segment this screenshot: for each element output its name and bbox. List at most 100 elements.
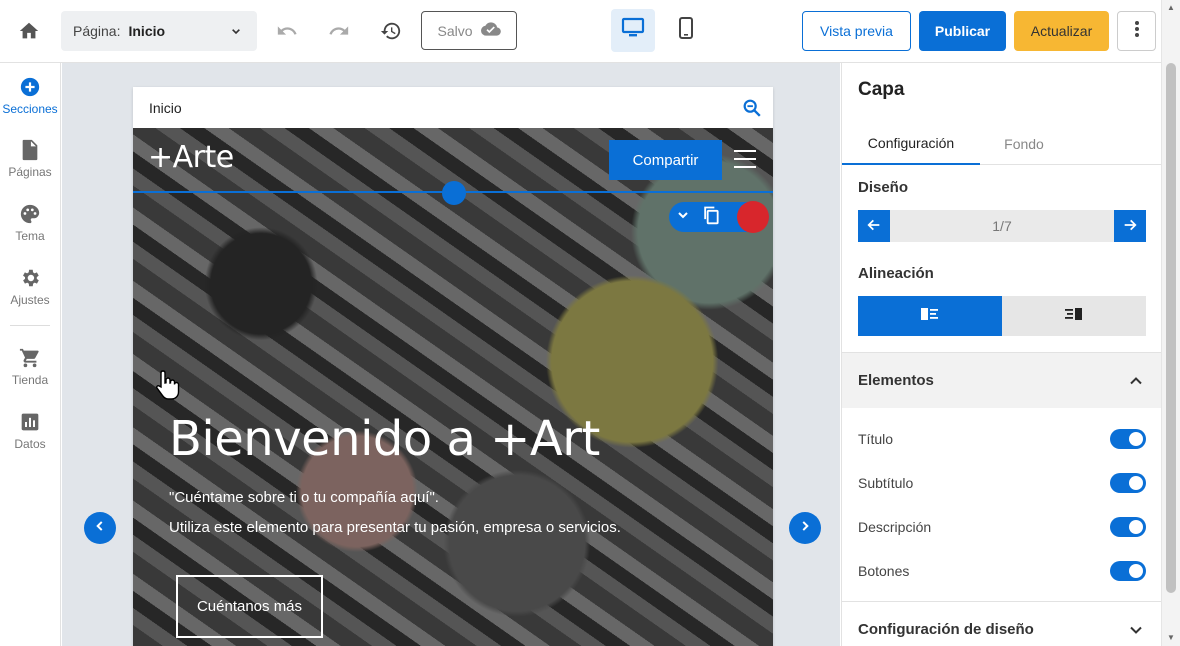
hero-description[interactable]: Utiliza este elemento para presentar tu …: [169, 519, 621, 536]
layout-settings-label: Configuración de diseño: [858, 621, 1034, 638]
chevron-down-icon: [227, 22, 245, 40]
toggle-label: Descripción: [858, 519, 932, 535]
gear-icon: [18, 266, 42, 290]
panel-tabs: Configuración Fondo: [842, 123, 1161, 165]
hero-title[interactable]: Bienvenido a +Art: [169, 411, 600, 467]
buttons-toggle[interactable]: [1110, 561, 1146, 581]
properties-panel: Capa Configuración Fondo Diseño 1/7 Alin…: [841, 63, 1161, 646]
design-previous-button[interactable]: [858, 210, 890, 242]
design-pager-count: 1/7: [992, 218, 1012, 234]
sidebar-item-label: Tienda: [11, 373, 49, 387]
redo-icon[interactable]: [322, 14, 356, 48]
scrollbar-thumb[interactable]: [1166, 63, 1176, 593]
design-pager: 1/7: [858, 210, 1146, 242]
hero-section[interactable]: +Arte Compartir Bienvenido a +Art "Cuént…: [133, 128, 773, 646]
sidebar-item-theme[interactable]: Tema: [0, 202, 60, 260]
sidebar-item-label: Páginas: [8, 165, 52, 179]
toggle-row-description: Descripción: [858, 515, 1146, 539]
palette-icon: [18, 202, 42, 226]
tab-background[interactable]: Fondo: [980, 123, 1068, 165]
design-next-button[interactable]: [1114, 210, 1146, 242]
align-right-button[interactable]: [1002, 296, 1146, 336]
chevron-up-icon: [1126, 371, 1146, 391]
delete-section-button[interactable]: [737, 201, 769, 233]
scroll-down-arrow-icon[interactable]: ▼: [1166, 633, 1176, 643]
chevron-down-icon: [1126, 620, 1146, 640]
toggle-label: Subtítulo: [858, 475, 914, 491]
cloud-check-icon: [480, 21, 501, 40]
scroll-up-arrow-icon[interactable]: ▲: [1166, 3, 1176, 13]
zoom-icon[interactable]: [741, 97, 763, 119]
more-options-button[interactable]: [1117, 11, 1156, 51]
share-button[interactable]: Compartir: [609, 140, 722, 180]
sidebar-item-settings[interactable]: Ajustes: [0, 266, 60, 324]
kebab-menu-icon: [1134, 20, 1140, 43]
saved-label: Salvo: [437, 22, 473, 39]
hero-cta-button[interactable]: Cuéntanos más: [176, 575, 323, 638]
section-toolbar: [669, 201, 769, 233]
top-toolbar: Página: Inicio Salvo Vista previa Public…: [0, 0, 1180, 63]
page-selector[interactable]: Página: Inicio: [61, 11, 257, 51]
page-icon: [18, 138, 42, 162]
sidebar-item-label: Secciones: [2, 102, 58, 116]
editor-canvas: Inicio +Arte Compartir Bienvenido a +Art…: [62, 63, 840, 646]
mobile-icon: [678, 17, 694, 44]
undo-icon[interactable]: [270, 14, 304, 48]
hand-cursor-icon: [155, 369, 181, 401]
title-toggle[interactable]: [1110, 429, 1146, 449]
publish-button[interactable]: Publicar: [919, 11, 1006, 51]
section-drag-handle[interactable]: [442, 181, 466, 205]
arrow-right-icon: [1122, 217, 1138, 236]
next-layout-button[interactable]: [789, 512, 821, 544]
preview-button[interactable]: Vista previa: [802, 11, 911, 51]
duplicate-icon[interactable]: [701, 204, 721, 231]
chart-icon: [18, 410, 42, 434]
toggle-row-title: Título: [858, 427, 1146, 451]
previous-layout-button[interactable]: [84, 512, 116, 544]
site-brand-logo[interactable]: +Arte: [148, 140, 234, 175]
arrow-left-icon: [866, 217, 882, 236]
chevron-right-icon: [798, 519, 812, 538]
preview-address-bar: Inicio: [133, 87, 773, 128]
elements-label: Elementos: [858, 372, 934, 389]
sidebar-item-data[interactable]: Datos: [0, 410, 60, 468]
alignment-label: Alineación: [858, 265, 934, 282]
history-icon[interactable]: [374, 14, 408, 48]
toggle-row-buttons: Botones: [858, 559, 1146, 583]
toggle-label: Título: [858, 431, 894, 447]
update-button[interactable]: Actualizar: [1014, 11, 1109, 51]
subtitle-toggle[interactable]: [1110, 473, 1146, 493]
hamburger-menu-icon[interactable]: [734, 150, 756, 168]
panel-title: Capa: [858, 79, 905, 100]
page-selector-label: Página:: [73, 23, 121, 39]
site-preview-frame: Inicio +Arte Compartir Bienvenido a +Art…: [133, 87, 773, 646]
alignment-selector: [858, 296, 1146, 336]
toggle-row-subtitle: Subtítulo: [858, 471, 1146, 495]
cart-icon: [18, 346, 42, 370]
plus-circle-icon: [18, 75, 42, 99]
desktop-view-button[interactable]: [611, 9, 655, 52]
sidebar-item-label: Datos: [14, 437, 46, 451]
chevron-down-icon[interactable]: [675, 207, 691, 228]
tab-configuration[interactable]: Configuración: [842, 123, 980, 165]
sidebar-item-store[interactable]: Tienda: [0, 346, 60, 404]
hero-subtitle[interactable]: "Cuéntame sobre ti o tu compañía aquí".: [169, 489, 439, 506]
align-left-button[interactable]: [858, 296, 1002, 336]
sidebar-item-label: Ajustes: [10, 293, 50, 307]
mobile-view-button[interactable]: [664, 9, 708, 52]
page-scrollbar[interactable]: ▲ ▼: [1161, 0, 1180, 646]
chevron-left-icon: [93, 519, 107, 538]
sidebar-item-label: Tema: [15, 229, 45, 243]
sidebar-item-sections[interactable]: Secciones: [0, 75, 60, 133]
desktop-icon: [621, 17, 645, 44]
saved-status-button[interactable]: Salvo: [421, 11, 517, 50]
sidebar-divider: [10, 325, 50, 326]
home-icon[interactable]: [12, 14, 46, 48]
elements-accordion-header[interactable]: Elementos: [842, 352, 1161, 408]
description-toggle[interactable]: [1110, 517, 1146, 537]
sidebar-item-pages[interactable]: Páginas: [0, 138, 60, 196]
layout-settings-accordion-header[interactable]: Configuración de diseño: [842, 601, 1161, 646]
page-selector-value: Inicio: [128, 23, 166, 39]
toggle-label: Botones: [858, 563, 910, 579]
left-sidebar: Secciones Páginas Tema Ajustes Tienda Da…: [0, 63, 61, 646]
